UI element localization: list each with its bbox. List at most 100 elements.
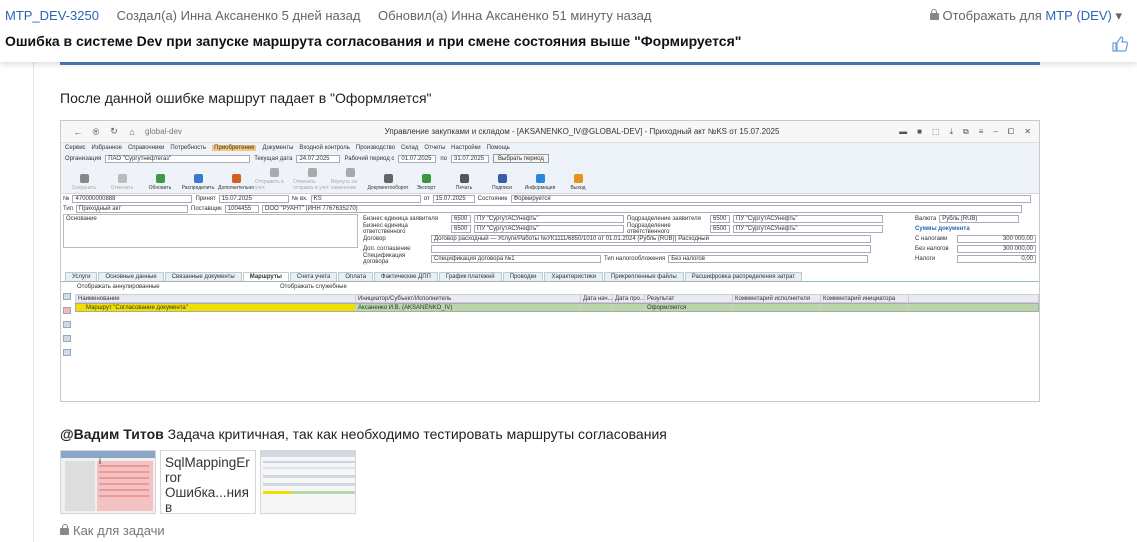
sum-value: 300 000,00 — [957, 245, 1036, 253]
toolbar-button-label: Документооборот — [367, 185, 409, 191]
issue-key-link[interactable]: MTP_DEV-3250 — [5, 8, 99, 23]
show-cancelled: Отображать аннулированные — [77, 284, 160, 290]
menu-item: Производство — [355, 145, 396, 151]
toolbar-icon — [269, 168, 279, 177]
vh-field: KS — [310, 195, 421, 203]
from-field: 15.07.2025 — [432, 195, 475, 203]
issue-header: MTP_DEV-3250 Создал(а) Инна Аксаненко 5 … — [0, 0, 1137, 62]
toolbar-button: Отменить — [103, 166, 141, 191]
period-to: 31.07.2025 — [451, 154, 489, 163]
grid-header-cell: Комментарий инициатора — [821, 295, 909, 302]
doc-tab: Счета учета — [289, 272, 338, 281]
grid-cell — [581, 304, 613, 311]
toolbar-button: Экспорт — [407, 166, 445, 191]
sums-panel: Валюта Рубль (RUB) Суммы документа С нало… — [913, 214, 1038, 264]
grid-cell — [821, 304, 909, 311]
home-icon: ⌂ — [129, 126, 135, 137]
num-field: 470000000888 — [72, 195, 193, 203]
toolbar-button-label: Сохранить — [71, 185, 97, 191]
supplier-label: Поставщик — [191, 206, 222, 212]
doc-tab: Характеристики — [544, 272, 603, 281]
sub-resp-label: Подразделение ответственного — [627, 223, 671, 235]
issue-title: Ошибка в системе Dev при запуске маршрут… — [5, 33, 742, 49]
grid-cell: Аксаненко И.В. (AKSANENKO_IV) — [356, 304, 581, 311]
app-menu: Сервис Избранное Справочники Потребность При… — [61, 143, 1039, 153]
toolbar-button: Сохранить — [65, 166, 103, 191]
chevron-down-icon: ▾ — [1115, 8, 1122, 23]
doc-row-1: № 470000000888 Принят 15.07.2025 № вх. K… — [61, 194, 1039, 204]
menu-item: Помощь — [486, 145, 510, 151]
back-icon: ← — [73, 126, 83, 137]
mention-user[interactable]: @Вадим Титов — [60, 426, 164, 442]
toolbar-icon — [535, 174, 545, 183]
toolbar-button: Вернуть на изменение — [331, 166, 369, 191]
menu-item: Отчеты — [424, 145, 446, 151]
grid-header-cell: Комментарий исполнителя — [733, 295, 821, 302]
toolbar-icon — [117, 174, 127, 183]
toolbar-icon — [459, 174, 469, 183]
doc-tab: Маршруты — [242, 272, 289, 281]
grid-cell — [733, 304, 821, 311]
addagr-label: Доп. соглашение — [363, 246, 411, 252]
grid-header-cell: Наименование — [76, 295, 356, 302]
currency-label: Валюта — [915, 216, 937, 222]
menu-item: Справочники — [127, 145, 165, 151]
grid-header-cell: Дата нач... — [583, 295, 613, 302]
org-label: Организация — [65, 155, 102, 162]
toolbar-button: Документооборот — [367, 166, 409, 191]
org-field: ПАО "Сургутнефтегаз" — [105, 154, 251, 163]
thread-line — [33, 62, 34, 542]
visibility-selector[interactable]: Отображать для МТР (DEV) ▾ — [929, 8, 1122, 24]
doc-tab: Связанные документы — [164, 272, 242, 281]
from-label: от — [423, 196, 430, 202]
attached-screenshot[interactable]: ← ® ↻ ⌂ global-dev Управление закупками … — [60, 120, 1040, 402]
toolbar-button: Обновить — [141, 166, 179, 191]
supplier-name: ООО "РУАНТ" (ИНН 7767635270) — [261, 205, 1022, 213]
toolbar-button-label: Выход — [570, 185, 586, 191]
type-label: Тип — [63, 206, 74, 212]
supplier-code: 1004455 — [224, 205, 259, 213]
browser-url: global-dev — [145, 127, 182, 136]
num-label: № — [63, 196, 70, 202]
accepted-field: 15.07.2025 — [218, 195, 289, 203]
spec-field: Спецификация договора №1 — [431, 255, 601, 263]
visibility-label: Отображать для — [942, 8, 1042, 23]
toolbar-button: Информация — [521, 166, 559, 191]
doc-tab: Расшифровка распределения затрат — [684, 272, 803, 281]
toolbar-icon — [79, 174, 89, 183]
attachment-thumbnail-1[interactable]: i — [60, 450, 156, 514]
type-field: Приходный акт — [76, 205, 189, 213]
issue-meta: MTP_DEV-3250 Создал(а) Инна Аксаненко 5 … — [5, 8, 666, 23]
bu-resp-label: Бизнес единица ответственного — [363, 223, 408, 235]
toolbar-button-label: Печать — [455, 185, 473, 191]
sub-resp-code: 6500 — [710, 225, 730, 233]
toolbar-button: Отправить в учет — [255, 166, 293, 191]
mention-text: Задача критичная, так как необходимо тес… — [163, 426, 667, 442]
comment-visibility-label: Как для задачи — [73, 523, 165, 538]
lock-icon — [60, 524, 69, 535]
grid-cell — [613, 304, 645, 311]
thumbs-up-icon[interactable] — [1111, 35, 1129, 53]
comment-visibility[interactable]: Как для задачи — [60, 523, 165, 538]
attachment-thumbnail-2[interactable] — [260, 450, 356, 514]
toolbar: Сохранить Отменить Обновить Распределить Доп… — [61, 164, 1039, 194]
toolbar-icon — [307, 168, 317, 177]
bu-req-name: ПУ "СургутАСУнефть" — [474, 215, 624, 223]
toolbar-button-label: Подписи — [492, 185, 512, 191]
period-button: Выбрать период — [493, 154, 549, 163]
toolbar-button-label: Отправить в учет — [255, 179, 284, 191]
menu-item: Настройки — [451, 145, 481, 151]
doc-tab: Проводки — [502, 272, 544, 281]
thumbnail-image: i — [61, 451, 155, 513]
attachment-doc[interactable]: SqlMappingError Ошибка...ния в Stm_ActIn… — [160, 450, 256, 514]
toolbar-icon — [231, 174, 241, 183]
grid-cell: Маршрут "Согласование документа" — [76, 304, 356, 311]
period-from: 01.07.2025 — [398, 154, 437, 163]
side-tool-icon — [63, 321, 71, 328]
toolbar-button-label: Экспорт — [416, 185, 436, 191]
side-tool-icon — [63, 349, 71, 356]
grid-header: Наименование Инициатор/Субъект/Исполнител… — [75, 294, 1039, 303]
org-row: Организация ПАО "Сургутнефтегаз" Текущая… — [61, 153, 1039, 164]
comment-text: После данной ошибке маршрут падает в "Оф… — [60, 90, 432, 106]
toolbar-button-label: Обновить — [148, 185, 172, 191]
